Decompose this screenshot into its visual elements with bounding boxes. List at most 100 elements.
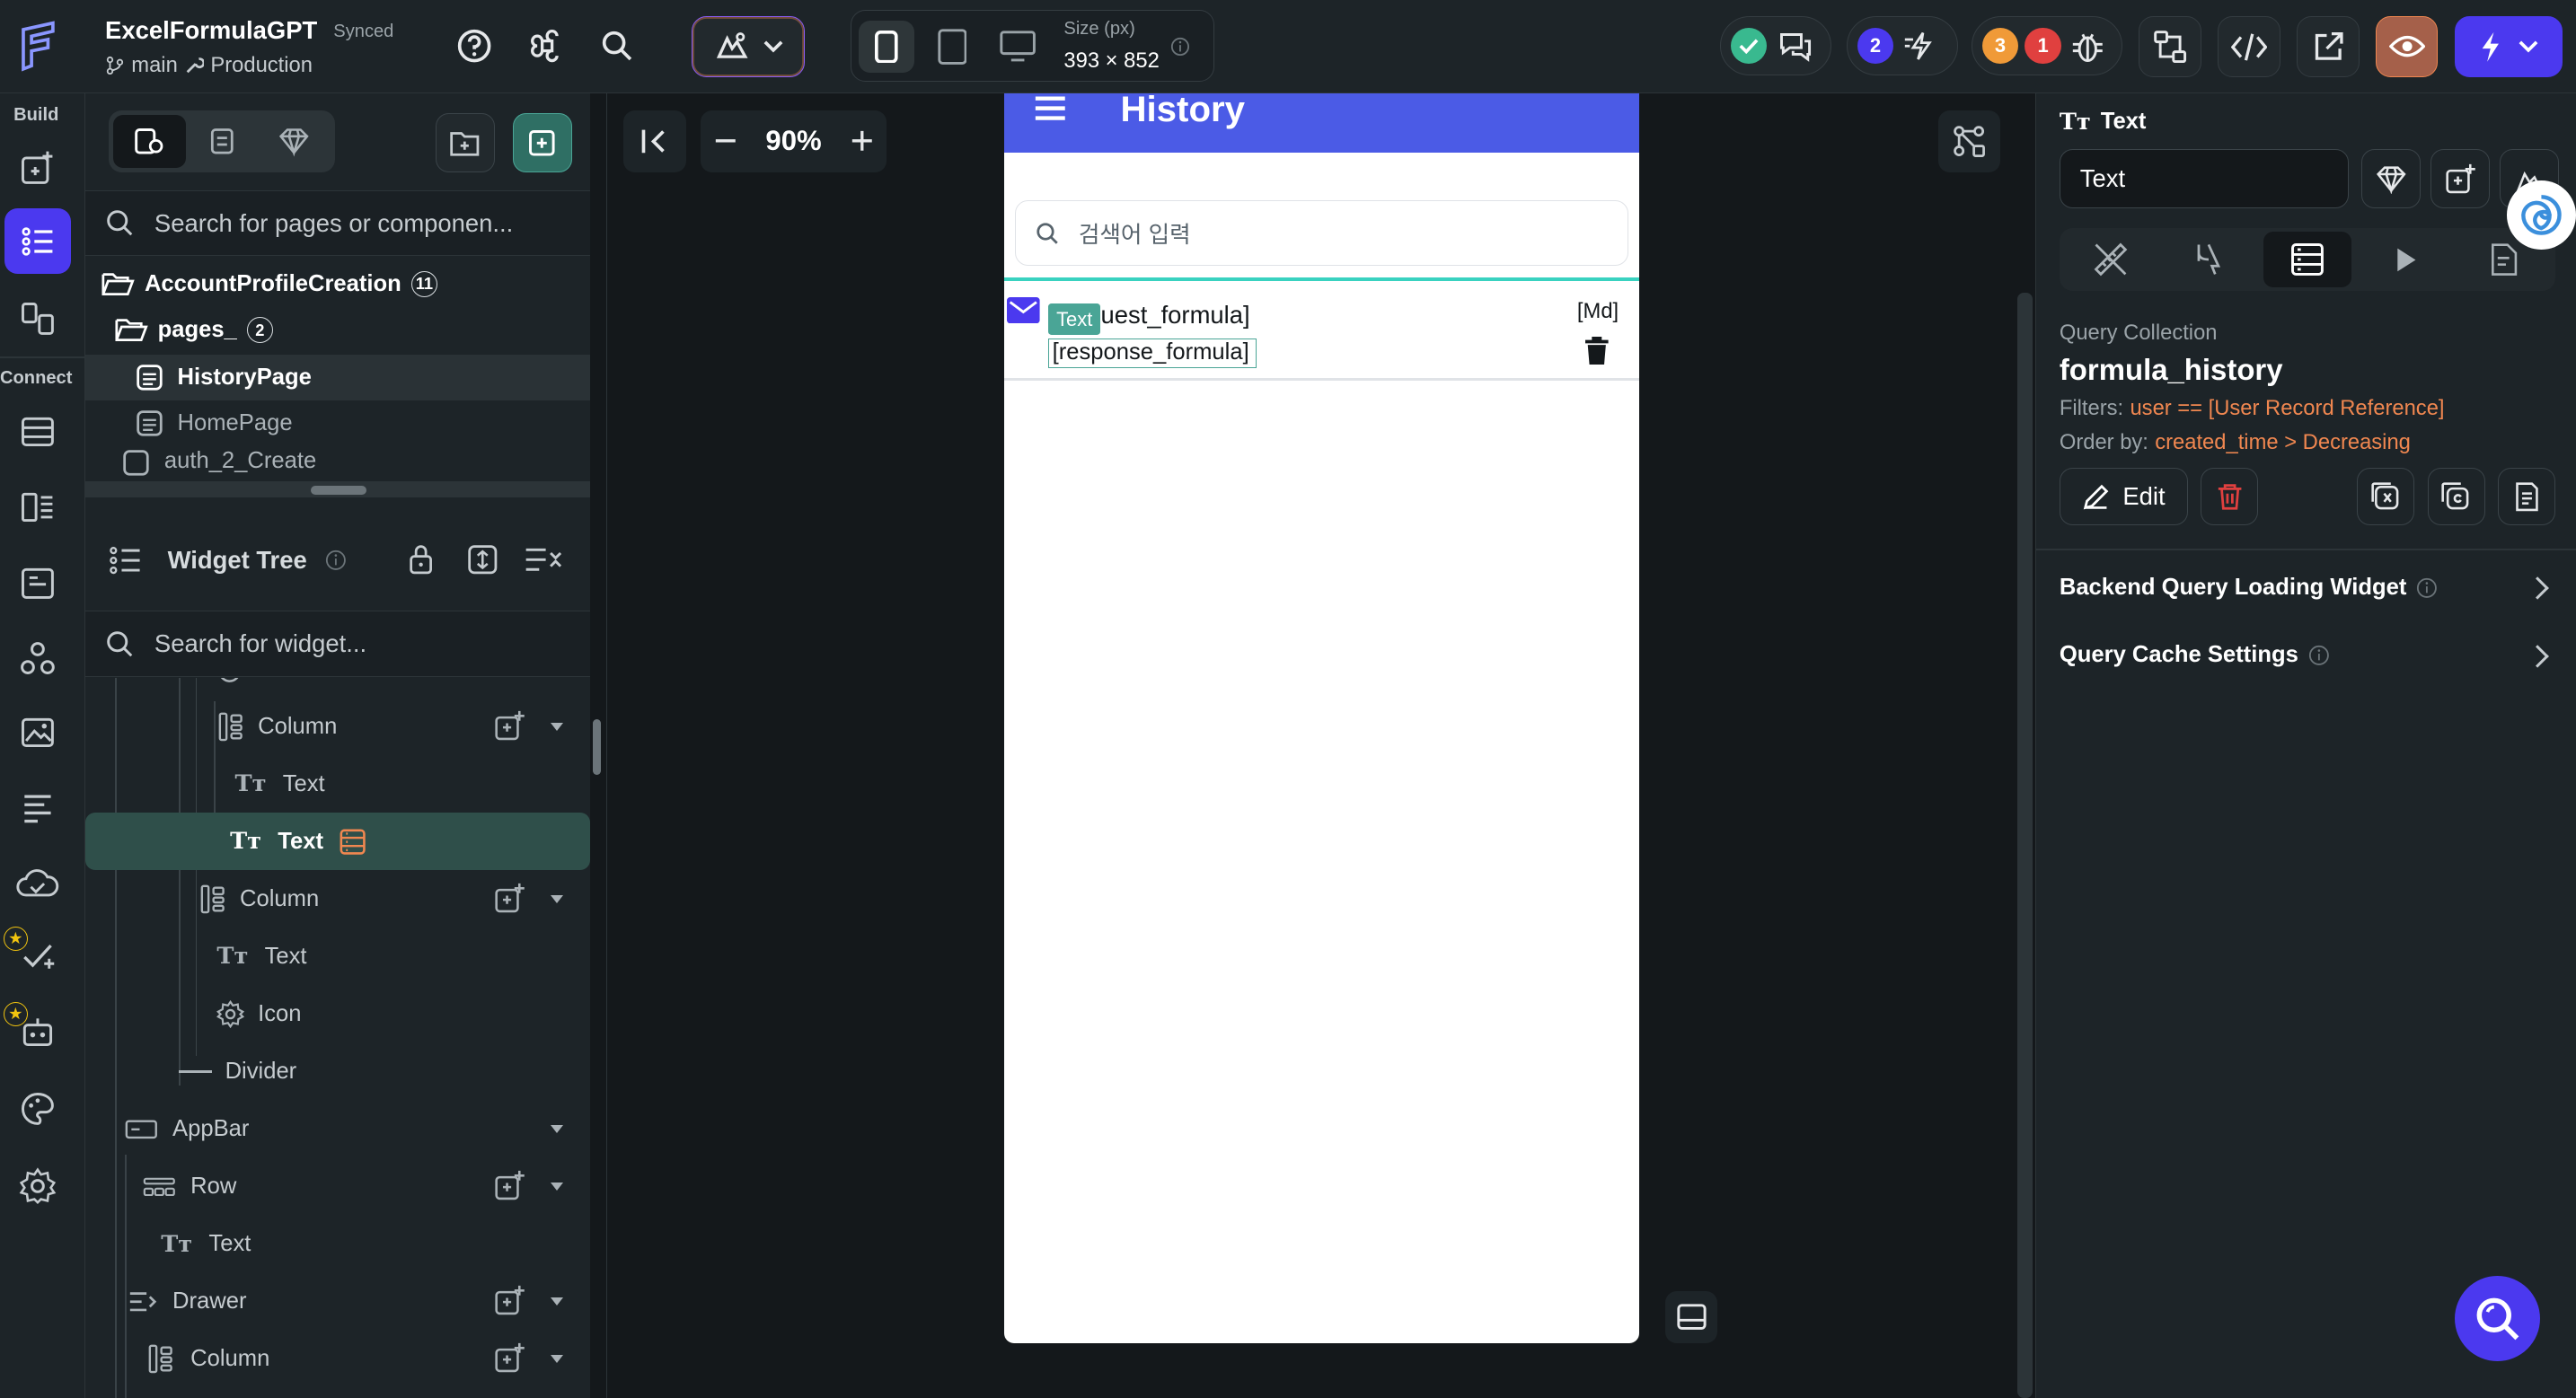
tab-backend-query[interactable] <box>2263 231 2352 288</box>
add-page-button[interactable] <box>512 113 572 173</box>
widget-tree-nav[interactable] <box>4 208 71 275</box>
response-formula-text[interactable]: [response_formula] <box>1047 338 1257 368</box>
folder-account-profile-creation[interactable]: AccountProfileCreation 11 <box>85 261 590 307</box>
zoom-level[interactable]: 90% <box>765 125 821 157</box>
tab-libraries[interactable] <box>258 115 330 168</box>
open-external-button[interactable] <box>2297 16 2360 77</box>
settings-nav[interactable] <box>4 1153 70 1218</box>
assistant-float-button[interactable] <box>2507 180 2576 250</box>
app-state-nav[interactable] <box>4 475 70 541</box>
add-child-icon[interactable] <box>493 709 526 743</box>
page-item-auth-create[interactable]: auth_2_Create <box>85 447 590 480</box>
design-system-nav[interactable] <box>4 1076 70 1141</box>
phone-preview[interactable]: History 검색어 입력 Text uest_formula] [respo… <box>1003 93 1640 1344</box>
add-child-icon[interactable] <box>493 1341 526 1375</box>
phone-device-button[interactable] <box>858 20 914 74</box>
tab-actions[interactable] <box>2165 232 2254 287</box>
expand-caret-icon[interactable] <box>550 1182 563 1191</box>
zoom-in-icon[interactable] <box>851 129 874 153</box>
canvas-settings-button[interactable] <box>1937 110 2000 173</box>
backend-query-loading-section[interactable]: Backend Query Loading Widget <box>2060 575 2438 601</box>
tree-row-text[interactable]: Tт Text <box>85 1216 590 1273</box>
edit-query-button[interactable]: Edit <box>2059 468 2188 526</box>
data-schema-nav[interactable] <box>4 399 70 464</box>
page-item-home[interactable]: HomePage <box>85 400 590 446</box>
tree-row-divider[interactable]: Divider <box>85 1042 590 1100</box>
project-name[interactable]: ExcelFormulaGPT <box>105 16 317 45</box>
tab-animations[interactable] <box>2361 232 2450 287</box>
tab-properties[interactable] <box>2066 232 2155 287</box>
widget-name-input[interactable]: Text <box>2059 149 2349 209</box>
collapse-panel-button[interactable] <box>623 110 686 173</box>
search-help-fab[interactable] <box>2454 1276 2540 1362</box>
expand-caret-icon[interactable] <box>550 722 563 731</box>
status-comments-pill[interactable] <box>1720 16 1832 76</box>
lock-icon[interactable] <box>408 543 434 576</box>
info-icon[interactable] <box>2416 577 2438 599</box>
request-formula-text[interactable]: uest_formula] <box>1100 301 1249 330</box>
branching-button[interactable] <box>2139 16 2201 77</box>
tab-pages[interactable] <box>113 115 186 168</box>
panel-resize-handle[interactable] <box>310 486 366 495</box>
widget-tree-scrollbar[interactable] <box>593 719 602 776</box>
help-button[interactable] <box>452 23 498 69</box>
query-cache-section[interactable]: Query Cache Settings <box>2060 642 2330 668</box>
backend-query-icon[interactable] <box>340 829 366 855</box>
menu-icon[interactable] <box>1034 95 1067 121</box>
add-child-icon[interactable] <box>493 1169 526 1202</box>
add-widget-nav[interactable] <box>4 135 70 200</box>
info-icon[interactable] <box>2308 645 2330 666</box>
trash-icon[interactable] <box>1585 336 1609 365</box>
folder-pages[interactable]: pages_ 2 <box>85 307 590 353</box>
custom-code-nav[interactable] <box>4 626 70 691</box>
desktop-device-button[interactable] <box>990 21 1045 74</box>
history-search-field[interactable]: 검색어 입력 <box>1015 200 1628 267</box>
widget-search-bar[interactable]: Search for widget... <box>85 611 590 677</box>
wrap-widget-button[interactable] <box>2430 149 2491 209</box>
info-icon[interactable] <box>1170 37 1190 57</box>
cloud-functions-nav[interactable] <box>4 850 70 916</box>
zoom-out-icon[interactable] <box>714 129 737 153</box>
mode-selector-button[interactable] <box>692 16 806 77</box>
properties-scrollbar[interactable] <box>2017 292 2033 1398</box>
filter-list-icon[interactable] <box>523 543 562 576</box>
expand-caret-icon[interactable] <box>550 1124 563 1133</box>
page-search-bar[interactable]: Search for pages or componen... <box>85 190 590 257</box>
command-palette-button[interactable] <box>524 23 569 69</box>
view-code-button[interactable] <box>2218 16 2280 77</box>
phone-appbar[interactable]: History <box>1003 93 1640 154</box>
run-test-button[interactable] <box>2454 16 2563 77</box>
media-assets-nav[interactable] <box>4 699 70 765</box>
tree-row-text-selected[interactable]: Tт Text <box>85 813 590 871</box>
agents-nav[interactable] <box>4 998 70 1064</box>
tablet-device-button[interactable] <box>924 21 980 74</box>
storyboard-nav[interactable] <box>4 286 70 351</box>
flutterflow-logo-icon[interactable] <box>13 20 63 73</box>
expand-caret-icon[interactable] <box>550 1297 563 1306</box>
chevron-right-icon[interactable] <box>2526 576 2550 600</box>
add-folder-button[interactable] <box>435 113 495 173</box>
tree-row-icon[interactable]: Icon <box>85 985 590 1042</box>
add-child-icon[interactable] <box>493 1284 526 1317</box>
info-icon[interactable] <box>325 550 347 571</box>
tree-row-text[interactable]: Tт Text <box>85 755 590 813</box>
testing-nav[interactable] <box>4 925 70 990</box>
preview-button[interactable] <box>2375 16 2439 77</box>
search-button[interactable] <box>595 23 640 69</box>
tab-components[interactable] <box>186 115 258 168</box>
tree-row-appbar[interactable]: AppBar <box>85 1100 590 1157</box>
tree-row-text[interactable]: Tт Text <box>85 928 590 985</box>
add-child-icon[interactable] <box>493 882 526 915</box>
expand-collapse-icon[interactable] <box>466 543 499 576</box>
paste-query-button[interactable] <box>2498 468 2556 526</box>
delete-query-button[interactable] <box>2201 468 2259 526</box>
page-item-history[interactable]: HistoryPage <box>85 355 590 401</box>
expand-caret-icon[interactable] <box>550 1354 563 1363</box>
query-function-button[interactable] <box>2356 468 2414 526</box>
libraries-button[interactable] <box>2361 149 2422 209</box>
copy-query-button[interactable] <box>2427 468 2485 526</box>
api-calls-nav[interactable] <box>4 550 70 616</box>
date-text[interactable]: [Md] <box>1577 299 1619 324</box>
size-value[interactable]: 393 × 852 <box>1063 48 1159 74</box>
expand-caret-icon[interactable] <box>550 894 563 903</box>
